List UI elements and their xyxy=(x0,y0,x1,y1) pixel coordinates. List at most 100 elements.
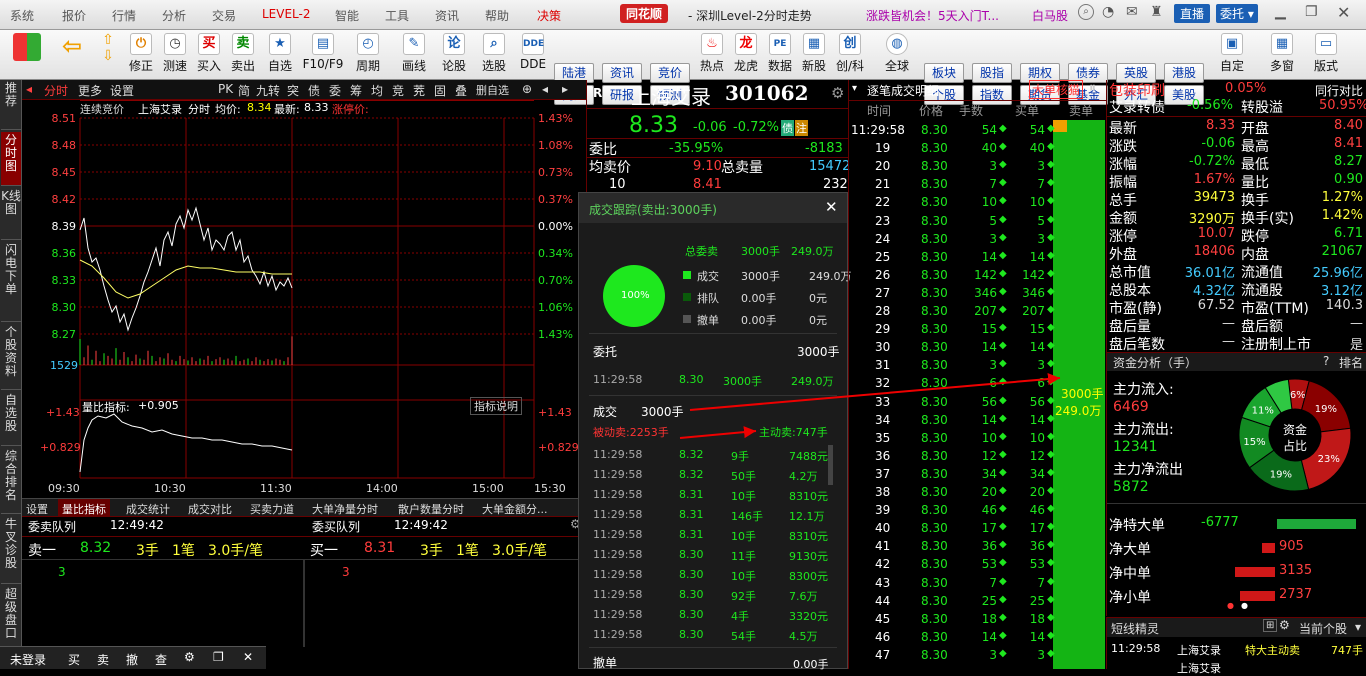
help-icon[interactable]: ? xyxy=(1323,354,1329,368)
speedtest-button[interactable]: ◷ 测速 xyxy=(160,32,190,78)
breakout-button[interactable]: 突 xyxy=(287,82,299,99)
next-icon[interactable]: ▸ xyxy=(562,82,568,96)
dragon-button[interactable]: 龙龙虎 xyxy=(731,32,761,78)
login-status[interactable]: 未登录 xyxy=(10,651,46,668)
collapse-icon[interactable]: ◂ xyxy=(26,82,32,96)
menu-analysis[interactable]: 分析 xyxy=(162,7,186,24)
up-down-buttons[interactable]: ⇧ ⇩ xyxy=(96,32,120,78)
close-icon[interactable]: ✕ xyxy=(243,650,253,664)
minimize-icon[interactable]: ▁ xyxy=(1275,4,1286,20)
search-icon[interactable]: ⌕ xyxy=(1078,4,1094,20)
tab-watchlist[interactable]: 自选股 xyxy=(1,392,21,446)
add-icon[interactable]: ⊕ xyxy=(522,82,532,96)
tab-more[interactable]: 更多 xyxy=(78,82,102,99)
layout-button[interactable]: ▭ 版式 xyxy=(1306,32,1346,78)
hot-button[interactable]: ♨ 热点 xyxy=(697,32,727,78)
shirt-icon[interactable]: ♜ xyxy=(1150,4,1163,20)
menu-system[interactable]: 系统 xyxy=(10,7,34,24)
peer-compare-link[interactable]: 同行对比 xyxy=(1315,82,1363,99)
status-sell-button[interactable]: 卖 xyxy=(97,651,109,668)
entrust-tab-button[interactable]: 委 xyxy=(329,82,341,99)
period-button[interactable]: ◴ 周期 xyxy=(350,32,386,78)
close-icon[interactable]: ✕ xyxy=(1337,3,1350,22)
live-button[interactable]: 直播 xyxy=(1174,4,1211,23)
tab-diagnosis[interactable]: 牛叉诊股 xyxy=(1,516,21,584)
tab-ranking[interactable]: 综合排名 xyxy=(1,448,21,514)
tab-retail-count[interactable]: 散户数量分时 xyxy=(398,501,464,517)
custom-button[interactable]: ▣ 自定 xyxy=(1212,32,1252,78)
status-buy-button[interactable]: 买 xyxy=(68,651,80,668)
page-dot[interactable]: ● xyxy=(1241,601,1248,610)
fixed-button[interactable]: 固 xyxy=(434,82,446,99)
convertible-name[interactable]: 艾录转债 xyxy=(1109,97,1165,117)
menu-trade[interactable]: 交易 xyxy=(212,7,236,24)
back-button[interactable]: ⇦ xyxy=(54,32,90,78)
big-order-button[interactable]: 大单核猫 xyxy=(1029,80,1084,99)
bond-button[interactable]: 债 xyxy=(308,82,320,99)
home-grid-button[interactable] xyxy=(10,32,44,78)
ratio-help-button[interactable]: 指标说明 xyxy=(470,397,522,415)
watchlist-button[interactable]: ★ 自选 xyxy=(262,32,298,78)
mail-icon[interactable]: ✉ xyxy=(1126,4,1138,20)
expand-icon[interactable]: ⊞ xyxy=(1263,619,1278,632)
dde-button[interactable]: DDE DDE xyxy=(518,32,548,78)
menu-level2[interactable]: LEVEL-2 xyxy=(262,7,311,21)
ipo-button[interactable]: ▦ 新股 xyxy=(799,32,829,78)
simple-button[interactable]: 简 xyxy=(238,82,250,99)
sprite-stock[interactable]: 上海艾录 xyxy=(1177,642,1221,658)
window-icon[interactable]: ❐ xyxy=(213,650,224,664)
tea-button[interactable]: 茺 xyxy=(413,82,425,99)
menu-decision[interactable]: 决策 xyxy=(537,7,561,24)
stock-picker-button[interactable]: ⌕ 选股 xyxy=(474,32,514,78)
prev-icon[interactable]: ◂ xyxy=(542,82,548,96)
menu-smart[interactable]: 智能 xyxy=(335,7,359,24)
tab-deal-stats[interactable]: 成交统计 xyxy=(126,501,170,517)
menu-quote[interactable]: 报价 xyxy=(62,7,86,24)
tab-stock-profile[interactable]: 个股资料 xyxy=(1,324,21,390)
nine-turn-button[interactable]: 九转 xyxy=(256,82,280,99)
tab-settings[interactable]: 设置 xyxy=(110,82,134,99)
chinext-button[interactable]: 创创/科 xyxy=(833,32,867,78)
horse-stock-link[interactable]: 白马股 xyxy=(1032,7,1068,24)
pk-button[interactable]: PK xyxy=(218,82,233,96)
tab-deal-compare[interactable]: 成交对比 xyxy=(188,501,232,517)
maximize-icon[interactable]: ❐ xyxy=(1305,4,1318,20)
multi-window-button[interactable]: ▦ 多窗 xyxy=(1262,32,1302,78)
tab-ind-settings[interactable]: 设置 xyxy=(26,501,48,517)
overlay-button[interactable]: 叠 xyxy=(455,82,467,99)
rank-link[interactable]: 排名 xyxy=(1339,354,1363,371)
settings-gear-icon[interactable]: ⚙ xyxy=(831,84,844,102)
close-icon[interactable]: ✕ xyxy=(825,198,838,216)
buy-button[interactable]: 买买入 xyxy=(194,32,224,78)
collapse-icon[interactable]: ▾ xyxy=(852,83,857,94)
promo-link[interactable]: 涨跌皆机会！5天入门T... xyxy=(866,7,999,24)
f10-button[interactable]: ▤ F10/F9 xyxy=(302,32,344,78)
entrust-button[interactable]: 委托 ▾ xyxy=(1216,4,1258,23)
clock-icon[interactable]: ◔ xyxy=(1102,4,1114,20)
popup-scrollbar[interactable] xyxy=(828,445,833,485)
menu-help[interactable]: 帮助 xyxy=(485,7,509,24)
fix-button[interactable]: ⏻ 修正 xyxy=(126,32,156,78)
tab-kline[interactable]: K线图 xyxy=(1,188,21,240)
global-button[interactable]: ◍ 全球 xyxy=(877,32,917,78)
gear-icon[interactable]: ⚙ xyxy=(184,650,195,664)
sprite-mode[interactable]: 当前个股 xyxy=(1299,620,1347,637)
chevron-down-icon[interactable]: ▾ xyxy=(1355,620,1361,634)
forum-button[interactable]: 论论股 xyxy=(438,32,470,78)
tab-intraday[interactable]: 分时图 xyxy=(1,132,21,186)
settings-gear-icon[interactable]: ⚙ xyxy=(1279,618,1290,632)
data-button[interactable]: PE 数据 xyxy=(765,32,795,78)
menu-market[interactable]: 行情 xyxy=(112,7,136,24)
tab-big-order-amount[interactable]: 大单金额分... xyxy=(482,501,548,517)
sell-button[interactable]: 卖卖出 xyxy=(228,32,258,78)
tab-flash-order[interactable]: 闪电下单 xyxy=(1,242,21,322)
draw-button[interactable]: ✎ 画线 xyxy=(396,32,432,78)
bid-button[interactable]: 竞 xyxy=(392,82,404,99)
tab-recommend[interactable]: 推荐 xyxy=(1,80,21,130)
remove-watchlist-button[interactable]: 删自选 xyxy=(476,82,509,98)
chips-button[interactable]: 筹 xyxy=(350,82,362,99)
menu-tools[interactable]: 工具 xyxy=(385,7,409,24)
status-query-button[interactable]: 查 xyxy=(155,651,167,668)
page-dot-active[interactable]: ● xyxy=(1227,601,1234,610)
tab-big-order-net[interactable]: 大单净量分时 xyxy=(312,501,378,517)
